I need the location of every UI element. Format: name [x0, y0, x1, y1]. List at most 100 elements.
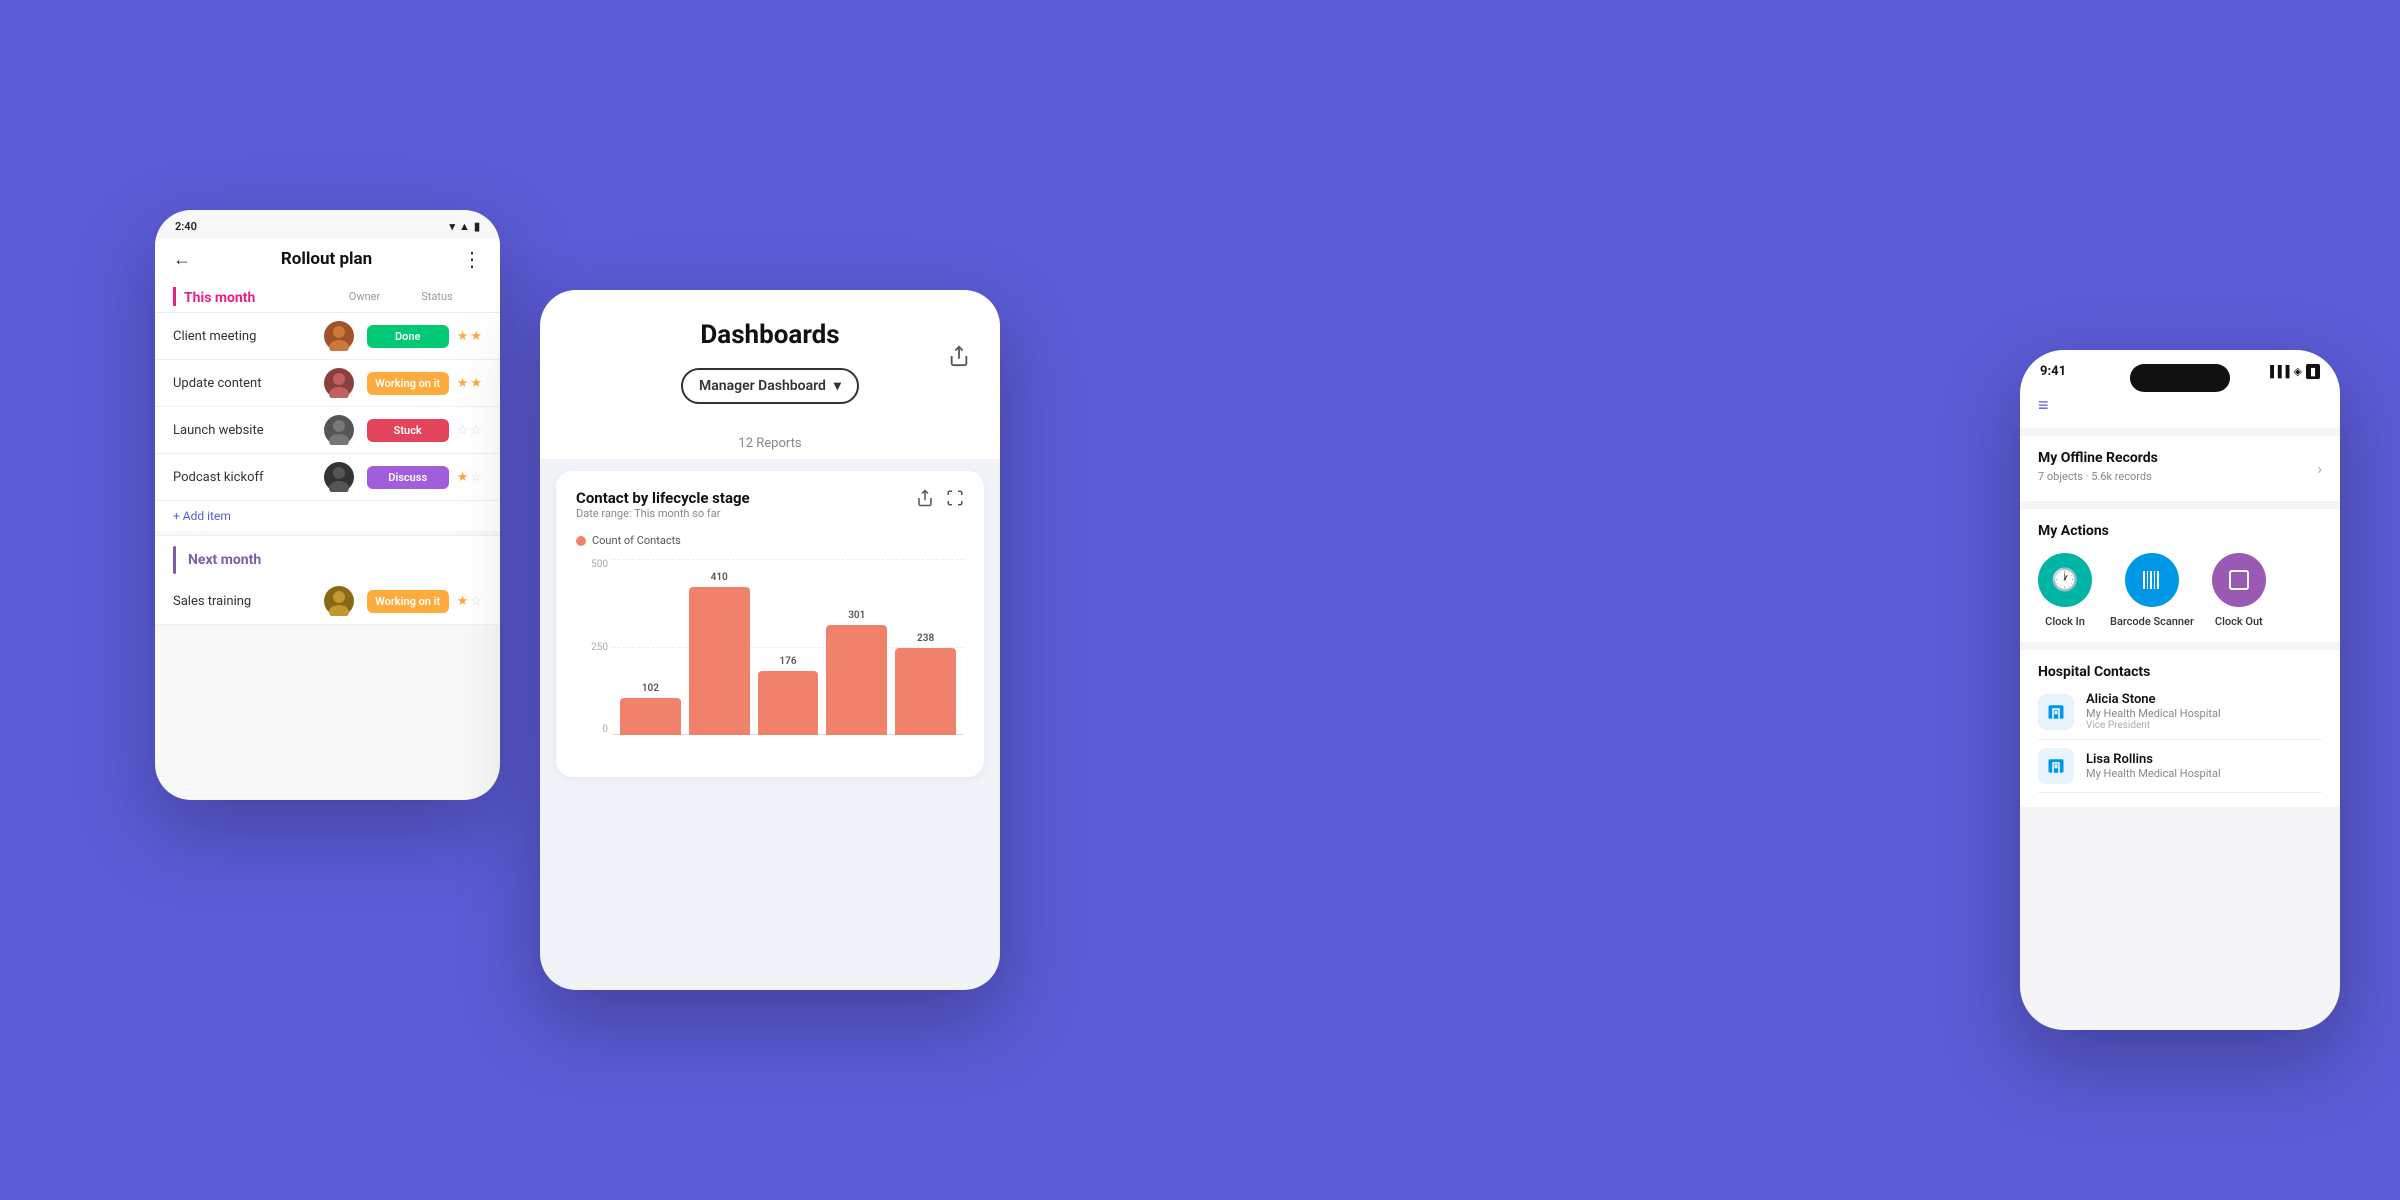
clock-in-icon: 🕐 — [2038, 553, 2092, 607]
contact-name-1: Alicia Stone — [2086, 692, 2221, 707]
action-label-barcode: Barcode Scanner — [2110, 615, 2194, 628]
section-divider — [173, 546, 176, 574]
chart-bar — [895, 648, 956, 735]
contact-item[interactable]: Alicia Stone My Health Medical Hospital … — [2038, 684, 2322, 740]
signal-icon: ▲ — [459, 220, 470, 233]
status-badge: Done — [367, 325, 449, 348]
status-badge: Discuss — [367, 466, 449, 489]
reports-count: 12 Reports — [540, 424, 1000, 459]
table-row: Podcast kickoff Discuss ★☆ — [155, 454, 500, 501]
y-tick-0: 0 — [602, 724, 608, 735]
action-item-clock-out[interactable]: Clock Out — [2212, 553, 2266, 628]
status-badge: Stuck — [367, 419, 449, 442]
this-month-items: Client meeting Done ★★ Update content — [155, 313, 500, 501]
table-row: Launch website Stuck ☆☆ — [155, 407, 500, 454]
chart-legend: Count of Contacts — [576, 534, 964, 547]
star-rating: ★☆ — [457, 470, 482, 485]
this-month-label: This month — [184, 290, 255, 306]
table-row: Client meeting Done ★★ — [155, 313, 500, 360]
wifi-icon: ▾ — [450, 220, 456, 233]
hospital-contacts-title: Hospital Contacts — [2038, 664, 2322, 680]
status-icons: ▾ ▲ ▮ — [450, 220, 480, 233]
avatar — [324, 321, 354, 351]
chart-subtitle: Date range: This month so far — [576, 507, 750, 520]
star-rating: ★☆ — [457, 594, 482, 609]
barcode-scanner-icon — [2125, 553, 2179, 607]
chart-title: Contact by lifecycle stage — [576, 489, 750, 507]
action-item-clock-in[interactable]: 🕐 Clock In — [2038, 553, 2092, 628]
hospital-contacts-section: Hospital Contacts Alicia Stone My Health… — [2020, 650, 2340, 807]
battery-icon-3: ▮ — [2306, 364, 2320, 379]
star-rating: ☆☆ — [457, 423, 482, 438]
actions-grid: 🕐 Clock In Barcode Scanner — [2038, 553, 2322, 628]
task-name: Update content — [173, 376, 312, 391]
dash-title: Dashboards — [570, 320, 970, 350]
avatar — [324, 586, 354, 616]
action-item-barcode[interactable]: Barcode Scanner — [2110, 553, 2194, 628]
battery-icon: ▮ — [474, 220, 480, 233]
hamburger-menu[interactable]: ≡ — [2038, 395, 2049, 416]
phone2-dashboards: Dashboards Manager Dashboard ▾ 12 Report… — [540, 290, 1000, 990]
chart-bar — [620, 698, 681, 735]
contact-org-1: My Health Medical Hospital — [2086, 707, 2221, 720]
status-bar-1: 2:40 ▾ ▲ ▮ — [155, 210, 500, 239]
chart-bar — [758, 671, 819, 735]
offline-records-title: My Offline Records — [2038, 450, 2158, 466]
back-button[interactable]: ← — [173, 249, 191, 270]
chart-bar-group: 410 — [689, 572, 750, 735]
chart-bar-group: 102 — [620, 683, 681, 735]
task-name: Client meeting — [173, 329, 312, 344]
chart-bar-group: 238 — [895, 633, 956, 735]
next-month-label: Next month — [188, 552, 261, 568]
offline-records-section: My Offline Records 7 objects · 5.6k reco… — [2020, 436, 2340, 501]
status-col-header: Status — [392, 290, 482, 303]
wifi-icon-3: ◈ — [2293, 365, 2301, 378]
avatar — [324, 415, 354, 445]
clock-out-icon — [2212, 553, 2266, 607]
more-options-button[interactable]: ⋮ — [462, 247, 482, 271]
contact-item[interactable]: Lisa Rollins My Health Medical Hospital — [2038, 740, 2322, 793]
contact-icon-1 — [2038, 694, 2074, 730]
task-name: Launch website — [173, 423, 312, 438]
time-display-3: 9:41 — [2040, 364, 2066, 379]
phone-header-1: ← Rollout plan ⋮ — [155, 239, 500, 281]
task-name: Podcast kickoff — [173, 470, 312, 485]
add-item-button[interactable]: + Add item — [155, 501, 500, 531]
contact-name-2: Lisa Rollins — [2086, 752, 2221, 767]
chart-bar-group: 301 — [826, 610, 887, 735]
share-button[interactable] — [948, 345, 970, 372]
chart-expand-icon[interactable] — [946, 489, 964, 511]
offline-records-sub: 7 objects · 5.6k records — [2038, 470, 2158, 483]
bar-value: 238 — [917, 633, 934, 644]
avatar — [324, 368, 354, 398]
action-label-clock-out: Clock Out — [2215, 615, 2263, 628]
chart-bar-group: 176 — [758, 656, 819, 735]
page-title-1: Rollout plan — [281, 249, 372, 269]
contact-icon-2 — [2038, 748, 2074, 784]
contact-org-2: My Health Medical Hospital — [2086, 767, 2221, 780]
dashboard-dropdown[interactable]: Manager Dashboard ▾ — [681, 368, 859, 404]
legend-dot — [576, 536, 586, 546]
star-rating: ★★ — [457, 329, 482, 344]
y-tick-250: 250 — [591, 642, 608, 653]
bar-value: 176 — [779, 656, 796, 667]
status-badge: Working on it — [367, 372, 449, 395]
contact-title-1: Vice President — [2086, 720, 2221, 731]
phone3-actions: 9:41 ▐▐▐ ◈ ▮ ≡ My Offline Records 7 obje… — [2020, 350, 2340, 1030]
owner-col-header: Owner — [337, 290, 392, 303]
y-tick-500: 500 — [591, 559, 608, 570]
chart-card: Contact by lifecycle stage Date range: T… — [556, 471, 984, 777]
chevron-right-icon[interactable]: › — [2317, 459, 2322, 478]
chart-share-icon[interactable] — [916, 489, 934, 511]
phone1-rollout: 2:40 ▾ ▲ ▮ ← Rollout plan ⋮ This month O… — [155, 210, 500, 800]
signal-bars: ▐▐▐ — [2266, 365, 2289, 378]
chart-bar — [689, 587, 750, 735]
status-icons-3: ▐▐▐ ◈ ▮ — [2266, 364, 2320, 379]
nav-bar-3: ≡ — [2020, 387, 2340, 428]
next-month-items: Sales training Working on it ★☆ — [155, 578, 500, 625]
bar-value: 410 — [711, 572, 728, 583]
task-name: Sales training — [173, 594, 312, 609]
action-label-clock-in: Clock In — [2045, 615, 2085, 628]
my-actions-section: My Actions 🕐 Clock In Barcode Scanner — [2020, 509, 2340, 642]
chevron-down-icon: ▾ — [834, 378, 841, 394]
